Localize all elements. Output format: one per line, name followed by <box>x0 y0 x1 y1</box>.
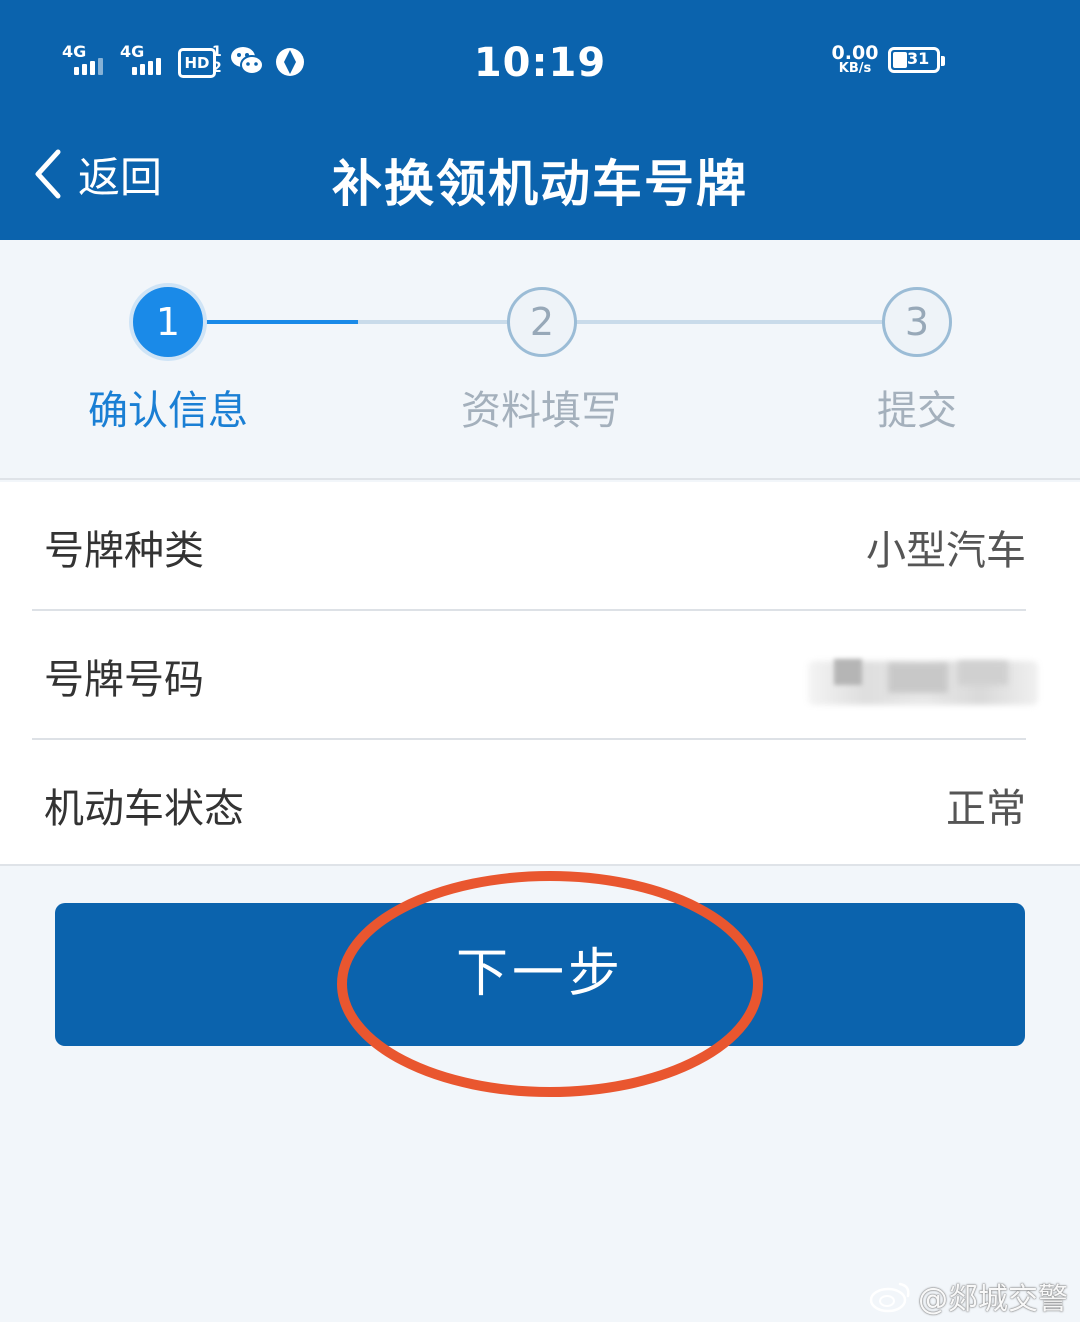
battery-icon: 31 <box>888 47 945 73</box>
plate-number-redacted <box>808 655 1038 715</box>
watermark-text: @郯城交警 <box>918 1282 1068 1317</box>
plate-type-label: 号牌种类 <box>44 528 204 574</box>
list-item: 号牌号码 <box>32 611 1038 740</box>
network-speed-value: 0.00 <box>831 42 879 64</box>
vehicle-info-list: 号牌种类 小型汽车 号牌号码 机动车状态 正常 <box>0 482 1080 866</box>
step-line-pending <box>542 320 917 324</box>
step-1-label: 确认信息 <box>88 388 248 434</box>
plate-type-value: 小型汽车 <box>866 528 1026 574</box>
status-bar: 4G 4G HD 1 2 10:19 0.00 KB/s 31 <box>0 0 1080 120</box>
battery-level: 31 <box>907 49 930 68</box>
nav-bar: 返回 补换领机动车号牌 <box>0 120 1080 240</box>
watermark: @郯城交警 <box>868 1276 1068 1317</box>
step-3-label: 提交 <box>877 388 957 434</box>
network-speed: 0.00 KB/s <box>830 44 880 76</box>
step-3-indicator: 3 <box>882 287 952 357</box>
vehicle-status-label: 机动车状态 <box>44 786 244 832</box>
step-progress: 1 2 3 确认信息 资料填写 提交 <box>0 240 1080 480</box>
step-1-indicator: 1 <box>133 287 203 357</box>
step-2-label: 资料填写 <box>461 388 621 434</box>
vehicle-status-value: 正常 <box>946 786 1026 832</box>
list-item: 机动车状态 正常 <box>32 740 1026 867</box>
network-speed-unit: KB/s <box>838 61 872 76</box>
app-header: 4G 4G HD 1 2 10:19 0.00 KB/s 31 返回 补换领机动… <box>0 0 1080 240</box>
weibo-icon <box>869 1282 910 1313</box>
list-item: 号牌种类 小型汽车 <box>32 482 1026 611</box>
plate-number-label: 号牌号码 <box>44 657 204 703</box>
next-step-button[interactable]: 下一步 <box>55 903 1025 1046</box>
page-title: 补换领机动车号牌 <box>332 155 748 213</box>
step-2-indicator: 2 <box>507 287 577 357</box>
